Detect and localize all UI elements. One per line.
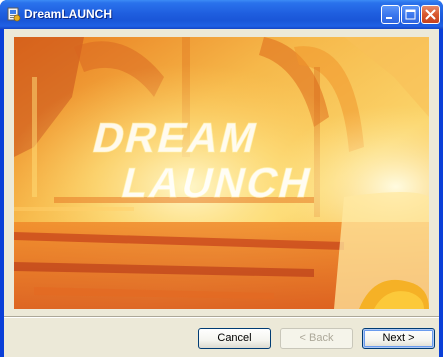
app-icon — [7, 7, 21, 22]
maximize-button[interactable] — [401, 5, 420, 24]
splash-title-line2: LAUNCH — [117, 160, 318, 207]
maximize-icon — [405, 9, 416, 20]
next-button[interactable]: Next > — [362, 328, 435, 349]
separator-line — [4, 316, 439, 318]
dialog-client: DREAM LAUNCH Cancel < Back Next > — [4, 29, 439, 357]
back-button[interactable]: < Back — [280, 328, 353, 349]
cancel-button[interactable]: Cancel — [198, 328, 271, 349]
title-bar[interactable]: DreamLAUNCH — [0, 0, 443, 29]
splash-title-line1: DREAM — [88, 115, 264, 162]
splash-image: DREAM LAUNCH — [14, 37, 429, 309]
close-icon — [425, 9, 436, 20]
dialog-window: DreamLAUNCH DREAM LAUNCH Cancel < Back N… — [0, 0, 443, 357]
close-button[interactable] — [421, 5, 440, 24]
minimize-button[interactable] — [381, 5, 400, 24]
window-title: DreamLAUNCH — [24, 7, 113, 21]
minimize-icon — [386, 17, 392, 19]
